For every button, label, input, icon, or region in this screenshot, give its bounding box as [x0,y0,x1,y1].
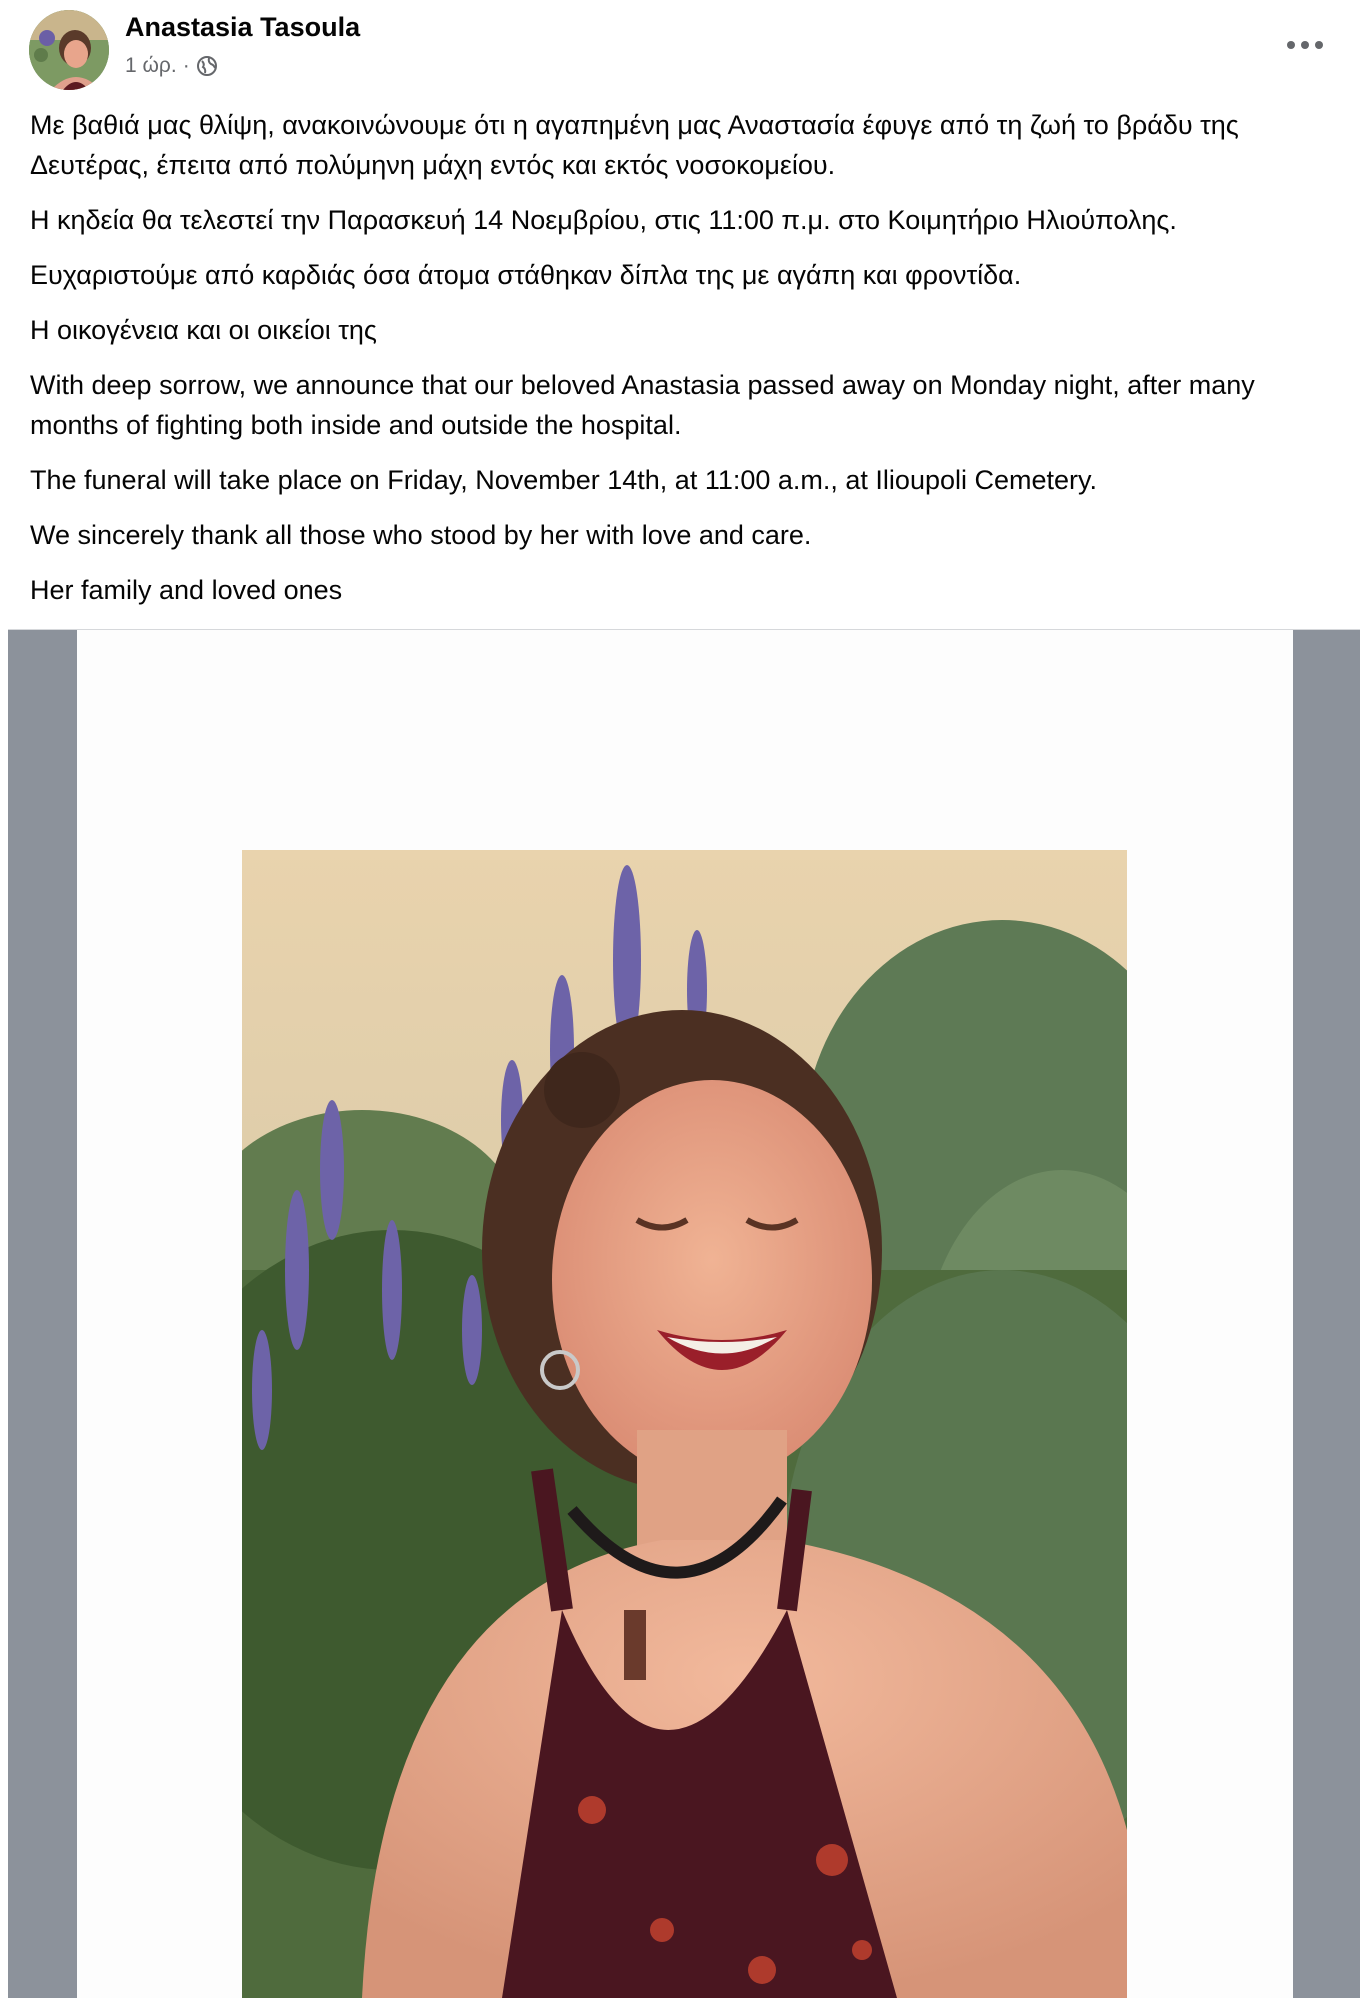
paragraph-greek-thanks: Ευχαριστούμε από καρδιάς όσα άτομα στάθη… [30,260,1022,290]
post-timestamp[interactable]: 1 ώρ. [125,54,177,78]
more-options-button[interactable] [1270,20,1340,70]
paragraph-english-signature: Her family and loved ones [30,575,343,605]
globe-icon[interactable] [196,55,218,77]
paragraph-english-thanks: We sincerely thank all those who stood b… [30,520,812,550]
meta-separator: · [182,54,190,77]
paragraph-english-funeral: The funeral will take place on Friday, N… [30,465,1098,495]
paragraph-greek-announcement: Με βαθιά μας θλίψη, ανακοινώνουμε ότι η … [30,110,1239,180]
portrait-photo[interactable] [242,850,1127,1998]
post-header: Anastasia Tasoula 1 ώρ. · [0,0,1360,110]
author-name-link[interactable]: Anastasia Tasoula [125,12,360,43]
paragraph-greek-signature: Η οικογένεια και οι οικείοι της [30,315,377,345]
more-options-icon [1287,41,1323,49]
photo-card [77,630,1293,1998]
post-meta: 1 ώρ. · [125,54,218,78]
post-message: Με βαθιά μας θλίψη, ανακοινώνουμε ότι η … [30,105,1330,625]
author-avatar[interactable] [29,10,109,90]
facebook-post: Anastasia Tasoula 1 ώρ. · Με βαθιά μας θ… [0,0,1360,1998]
paragraph-greek-funeral: Η κηδεία θα τελεστεί την Παρασκευή 14 Νο… [30,205,1177,235]
post-media[interactable] [8,630,1360,1998]
paragraph-english-announcement: With deep sorrow, we announce that our b… [30,370,1255,440]
